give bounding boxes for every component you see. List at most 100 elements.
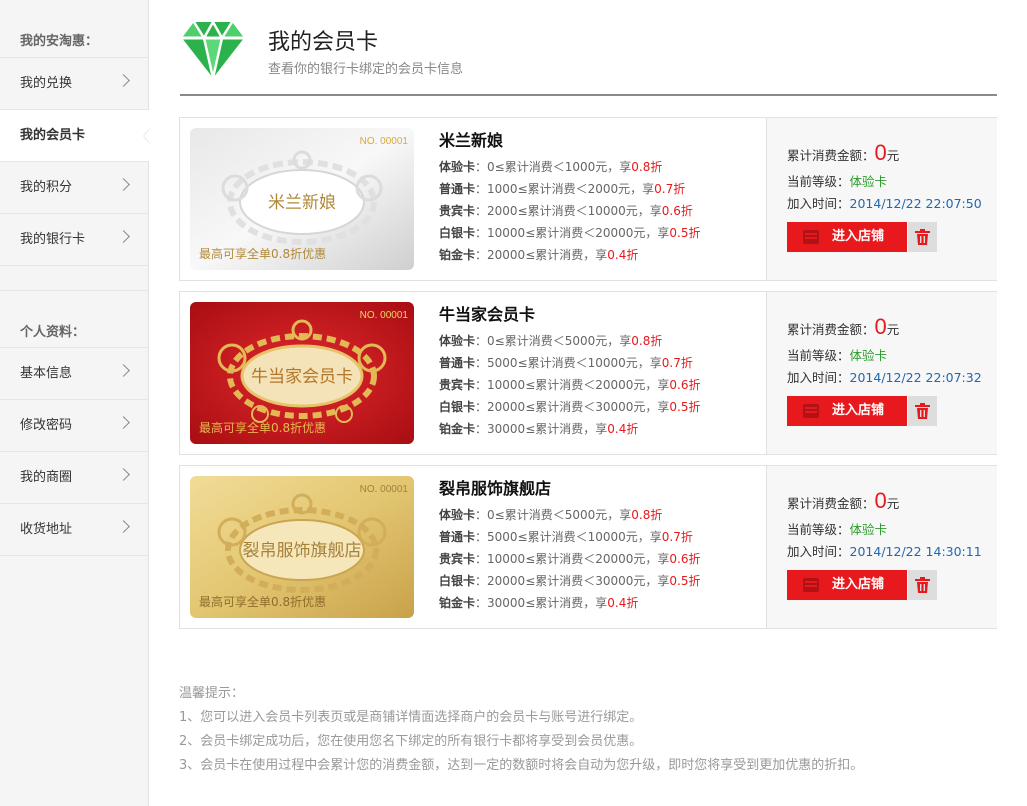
level-value: 体验卡	[849, 522, 888, 537]
tier-name: 贵宾卡	[439, 378, 476, 392]
join-label: 加入时间：	[787, 544, 850, 559]
sidebar-item-label: 我的商圈	[20, 470, 73, 485]
spend-label: 累计消费金额：	[787, 322, 875, 337]
spend-amount: 0	[874, 140, 887, 165]
tier-name: 普通卡	[439, 182, 476, 196]
level-label: 当前等级：	[787, 174, 850, 189]
tier-row: 贵宾卡：10000≤累计消费＜20000元，享0.6折	[439, 374, 701, 396]
tier-name: 白银卡	[439, 400, 476, 414]
sidebar-item-points[interactable]: 我的积分	[0, 162, 148, 214]
tip-line: 1、您可以进入会员卡列表页或是商铺详情面选择商户的会员卡与账号进行绑定。	[179, 710, 643, 725]
level-line: 当前等级：体验卡	[787, 345, 887, 364]
tier-discount: 0.4折	[607, 596, 639, 610]
member-card-image[interactable]: NO. 00001 牛当家会员卡 最高可享全单0.8折优惠	[190, 302, 414, 444]
page-header: 我的会员卡 查看你的银行卡绑定的会员卡信息	[180, 18, 997, 96]
sidebar-item-business-circle[interactable]: 我的商圈	[0, 452, 148, 504]
tip-line: 2、会员卡绑定成功后，您在使用您名下绑定的所有银行卡都将享受到会员优惠。	[179, 734, 643, 749]
level-value: 体验卡	[849, 174, 888, 189]
chevron-right-icon	[117, 416, 130, 429]
tier-row: 白银卡：10000≤累计消费＜20000元，享0.5折	[439, 222, 701, 244]
level-label: 当前等级：	[787, 522, 850, 537]
spend-line: 累计消费金额：0元	[787, 488, 899, 514]
member-card-item: NO. 00001 牛当家会员卡 最高可享全单0.8折优惠 牛当家会员卡 体验卡…	[179, 291, 997, 455]
enter-store-button[interactable]: 进入店铺	[787, 570, 907, 600]
sidebar-item-label: 我的银行卡	[20, 232, 86, 247]
tier-name: 白银卡	[439, 226, 476, 240]
member-card-image[interactable]: NO. 00001 米兰新娘 最高可享全单0.8折优惠	[190, 128, 414, 270]
tier-rule: ：5000≤累计消费＜10000元，享	[475, 356, 662, 370]
sidebar-item-shipping-address[interactable]: 收货地址	[0, 504, 148, 556]
store-name: 米兰新娘	[439, 131, 504, 150]
tier-list: 体验卡：0≤累计消费＜5000元，享0.8折 普通卡：5000≤累计消费＜100…	[439, 504, 701, 614]
tier-discount: 0.8折	[631, 508, 663, 522]
card-number: NO. 00001	[359, 136, 408, 147]
sidebar-item-basic-info[interactable]: 基本信息	[0, 348, 148, 400]
join-line: 加入时间：2014/12/22 22:07:32	[787, 367, 982, 386]
level-line: 当前等级：体验卡	[787, 171, 887, 190]
tier-discount: 0.5折	[669, 400, 701, 414]
sidebar-item-bank-cards[interactable]: 我的银行卡	[0, 214, 148, 266]
store-name: 牛当家会员卡	[439, 305, 536, 324]
trash-icon	[915, 403, 930, 419]
tier-name: 普通卡	[439, 356, 476, 370]
spend-amount: 0	[874, 488, 887, 513]
chevron-right-icon	[117, 230, 130, 243]
enter-store-label: 进入店铺	[832, 229, 885, 244]
card-title: 牛当家会员卡	[251, 367, 353, 387]
chevron-right-icon	[117, 468, 130, 481]
tier-name: 铂金卡	[439, 596, 476, 610]
sidebar-item-member-cards[interactable]: 我的会员卡	[0, 110, 150, 162]
tier-rule: ：5000≤累计消费＜10000元，享	[475, 530, 662, 544]
store-icon	[803, 578, 819, 592]
join-label: 加入时间：	[787, 196, 850, 211]
delete-card-button[interactable]	[908, 222, 937, 252]
tier-rule: ：2000≤累计消费＜10000元，享	[475, 204, 662, 218]
card-number: NO. 00001	[359, 310, 408, 321]
diamond-icon	[182, 19, 244, 79]
spend-label: 累计消费金额：	[787, 496, 875, 511]
card-promo: 最高可享全单0.8折优惠	[199, 595, 327, 609]
tier-discount: 0.6折	[669, 552, 701, 566]
chevron-right-icon	[117, 364, 130, 377]
tier-discount: 0.6折	[669, 378, 701, 392]
enter-store-button[interactable]: 进入店铺	[787, 222, 907, 252]
delete-card-button[interactable]	[908, 396, 937, 426]
delete-card-button[interactable]	[908, 570, 937, 600]
tier-rule: ：0≤累计消费＜1000元，享	[475, 160, 632, 174]
chevron-right-icon	[117, 178, 130, 191]
join-time: 2014/12/22 22:07:50	[849, 196, 982, 211]
tier-rule: ：1000≤累计消费＜2000元，享	[475, 182, 655, 196]
tier-row: 铂金卡：30000≤累计消费，享0.4折	[439, 592, 701, 614]
sidebar-item-label: 我的积分	[20, 180, 73, 195]
tier-discount: 0.6折	[661, 204, 693, 218]
tier-name: 铂金卡	[439, 422, 476, 436]
page-subtitle: 查看你的银行卡绑定的会员卡信息	[268, 62, 464, 77]
enter-store-button[interactable]: 进入店铺	[787, 396, 907, 426]
join-time: 2014/12/22 22:07:32	[849, 370, 982, 385]
sidebar-item-exchange[interactable]: 我的兑换	[0, 58, 148, 110]
sidebar-item-label: 我的会员卡	[20, 128, 86, 143]
tier-row: 体验卡：0≤累计消费＜5000元，享0.8折	[439, 504, 701, 526]
tier-row: 普通卡：5000≤累计消费＜10000元，享0.7折	[439, 352, 701, 374]
tier-rule: ：10000≤累计消费＜20000元，享	[475, 226, 670, 240]
tier-name: 贵宾卡	[439, 204, 476, 218]
sidebar-item-change-password[interactable]: 修改密码	[0, 400, 148, 452]
join-time: 2014/12/22 14:30:11	[849, 544, 982, 559]
card-info-panel: 累计消费金额：0元 当前等级：体验卡 加入时间：2014/12/22 14:30…	[766, 466, 997, 628]
member-card-item: NO. 00001 米兰新娘 最高可享全单0.8折优惠 米兰新娘 体验卡 ：0≤累…	[179, 117, 997, 281]
level-value: 体验卡	[849, 348, 888, 363]
tier-name: 铂金卡	[439, 248, 476, 262]
card-promo: 最高可享全单0.8折优惠	[199, 247, 327, 261]
join-line: 加入时间：2014/12/22 14:30:11	[787, 541, 982, 560]
member-card-image[interactable]: NO. 00001 裂帛服饰旗舰店 最高可享全单0.8折优惠	[190, 476, 414, 618]
tier-discount: 0.7折	[661, 356, 693, 370]
active-pointer-icon	[143, 128, 150, 144]
sidebar-item-label: 收货地址	[20, 522, 73, 537]
tips-title: 温馨提示：	[179, 686, 245, 701]
enter-store-label: 进入店铺	[832, 577, 885, 592]
tier-name: 普通卡	[439, 530, 476, 544]
member-card-item: NO. 00001 裂帛服饰旗舰店 最高可享全单0.8折优惠 裂帛服饰旗舰店 体…	[179, 465, 997, 629]
join-line: 加入时间：2014/12/22 22:07:50	[787, 193, 982, 212]
tier-rule: ：30000≤累计消费，享	[475, 596, 608, 610]
tier-name: 体验卡	[439, 508, 476, 522]
